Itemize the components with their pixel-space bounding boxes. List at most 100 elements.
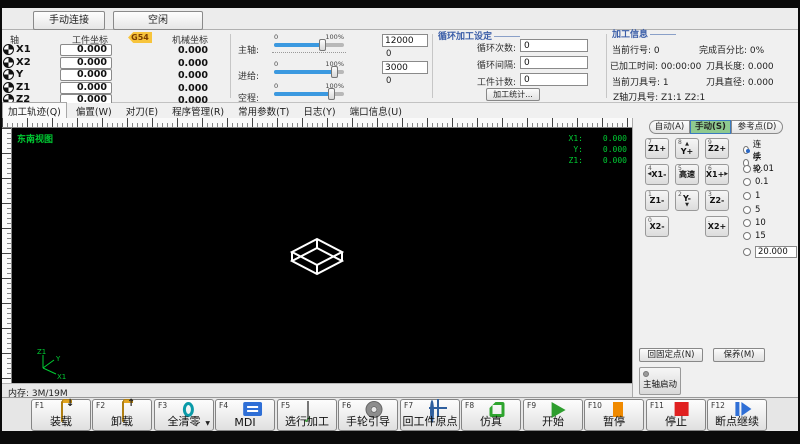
fkey-select-line-button[interactable]: F5 选行加工 bbox=[277, 399, 337, 431]
custom-step-input[interactable] bbox=[755, 246, 797, 258]
slider-thumb[interactable] bbox=[330, 66, 338, 78]
radio-icon[interactable] bbox=[743, 178, 751, 186]
fkey-simulate-button[interactable]: F8 仿真 bbox=[461, 399, 521, 431]
readout-label: Z1: bbox=[568, 156, 583, 165]
feed-override-slider[interactable] bbox=[274, 66, 344, 78]
view-orientation-label: 东南视图 bbox=[17, 135, 54, 145]
scale-max: 100% bbox=[325, 33, 344, 41]
jog-z2-minus-button[interactable]: 3 Z2- bbox=[705, 190, 729, 211]
fkey-return-origin-button[interactable]: F7 回工件原点 bbox=[400, 399, 460, 431]
workpiece-count-input[interactable] bbox=[520, 73, 588, 86]
scale-min: 0 bbox=[274, 60, 279, 68]
step-option-15[interactable]: 15 bbox=[743, 231, 766, 241]
menu-tool-setting[interactable]: 对刀(E) bbox=[119, 103, 165, 119]
radio-icon[interactable] bbox=[743, 219, 751, 227]
jog-z1-plus-button[interactable]: 7 Z1+ bbox=[645, 138, 669, 159]
maintenance-button[interactable]: 保养(M) bbox=[713, 348, 765, 362]
vertical-ruler bbox=[2, 128, 12, 383]
return-fixed-point-button[interactable]: 回固定点(N) bbox=[639, 348, 703, 362]
slider-thumb[interactable] bbox=[318, 39, 326, 51]
svg-text:Z1: Z1 bbox=[37, 348, 46, 356]
jog-y-plus-button[interactable]: 8 ▲ Y+ bbox=[675, 138, 699, 159]
jog-highspeed-button[interactable]: 5 高速 bbox=[675, 164, 699, 185]
machining-time-info: 已加工时间: 00:00:00 bbox=[610, 62, 702, 72]
spindle-override-slider[interactable] bbox=[274, 39, 344, 51]
axis-row-z1: Z1 0.000 0.000 bbox=[2, 81, 230, 94]
divider bbox=[432, 34, 433, 98]
step-option-0-01[interactable]: 0.01 bbox=[743, 164, 774, 174]
fkey-clear-all-zero-button[interactable]: F3 全清零 ▼ bbox=[154, 399, 214, 431]
jog-panel: 自动(A) 手动(S) 参考点(D) 7 Z1+ 8 ▲ Y+ 9 Z2+ 4 ◀ X1- … bbox=[632, 118, 798, 397]
spindle-sub-value: 0 bbox=[386, 49, 392, 59]
toolpath-viewport[interactable]: 东南视图 X1: 0.000 Y: 0.000 Z1: 0.000 Z1 Y X… bbox=[12, 128, 632, 383]
bottom-strip bbox=[0, 431, 800, 444]
machine-coordinate-value: 0.000 bbox=[177, 70, 208, 81]
rapid-override-slider[interactable] bbox=[274, 88, 344, 100]
radio-icon[interactable] bbox=[743, 192, 751, 200]
menu-log[interactable]: 日志(Y) bbox=[296, 103, 342, 119]
menu-offset[interactable]: 偏置(W) bbox=[69, 103, 119, 119]
workpiece-wireframe bbox=[289, 237, 345, 276]
menu-port-info[interactable]: 端口信息(U) bbox=[343, 103, 409, 119]
axis-row-y: Y 0.000 0.000 bbox=[2, 69, 230, 81]
work-coordinate-value[interactable]: 0.000 bbox=[60, 69, 112, 81]
work-coordinate-value[interactable]: 0.000 bbox=[60, 56, 112, 69]
scale-min: 0 bbox=[274, 82, 279, 90]
work-coordinate-value[interactable]: 0.000 bbox=[60, 81, 112, 94]
tab-idle[interactable]: 空闲 bbox=[113, 11, 203, 30]
fkey-start-button[interactable]: F9 开始 bbox=[523, 399, 583, 431]
cycle-count-input[interactable] bbox=[520, 39, 588, 52]
fkey-breakpoint-resume-button[interactable]: F12 断点继续 bbox=[707, 399, 767, 431]
radio-icon[interactable] bbox=[743, 248, 751, 256]
spindle-speed-input[interactable] bbox=[382, 34, 428, 47]
spindle-start-button[interactable]: 主轴启动 bbox=[639, 367, 681, 395]
tab-auto[interactable]: 自动(A) bbox=[649, 120, 690, 134]
machining-stats-button[interactable]: 加工统计... bbox=[486, 88, 540, 101]
feed-rate-input[interactable] bbox=[382, 61, 428, 74]
axis-row-x2: X2 0.000 0.000 bbox=[2, 56, 230, 69]
step-option-0-1[interactable]: 0.1 bbox=[743, 177, 769, 187]
radio-icon[interactable] bbox=[743, 232, 751, 240]
jog-x1-minus-button[interactable]: 4 ◀ X1- bbox=[645, 164, 669, 185]
tab-manual-connect[interactable]: 手动连接 bbox=[33, 11, 105, 30]
work-coordinate-value[interactable]: 0.000 bbox=[60, 44, 112, 56]
tab-manual[interactable]: 手动(S) bbox=[690, 120, 731, 134]
menu-bar: 加工轨迹(Q) 偏置(W) 对刀(E) 程序管理(R) 常用参数(T) 日志(Y… bbox=[2, 102, 798, 119]
radio-icon[interactable] bbox=[743, 165, 751, 173]
step-option-5[interactable]: 5 bbox=[743, 205, 760, 215]
machine-coordinate-value: 0.000 bbox=[177, 45, 208, 56]
workpiece-count-label: 工件计数: bbox=[476, 78, 516, 88]
tool-length-info: 刀具长度: 0.000 bbox=[706, 62, 774, 72]
percent-complete-info: 完成百分比: 0% bbox=[699, 46, 765, 56]
readout-label: Y: bbox=[573, 145, 583, 154]
dropdown-arrow-icon[interactable]: ▼ bbox=[205, 420, 210, 427]
jog-x2-plus-button[interactable]: . X2+ bbox=[705, 216, 729, 237]
menu-program-manage[interactable]: 程序管理(R) bbox=[165, 103, 231, 119]
jog-z1-minus-button[interactable]: 1 Z1- bbox=[645, 190, 669, 211]
step-option-custom[interactable] bbox=[743, 248, 751, 256]
fkey-pause-button[interactable]: F10 暂停 bbox=[584, 399, 644, 431]
fkey-stop-button[interactable]: F11 停止 bbox=[646, 399, 706, 431]
mdi-icon bbox=[243, 402, 263, 416]
radio-icon[interactable] bbox=[743, 206, 751, 214]
fkey-unload-button[interactable]: F2 ↑ 卸载 bbox=[92, 398, 152, 431]
menu-common-params[interactable]: 常用参数(T) bbox=[231, 103, 296, 119]
jog-z2-plus-button[interactable]: 9 Z2+ bbox=[705, 138, 729, 159]
fkey-mdi-button[interactable]: F4 MDI bbox=[215, 399, 275, 431]
menu-toolpath[interactable]: 加工轨迹(Q) bbox=[2, 102, 67, 119]
fkey-load-button[interactable]: F1 ↓ 装载 bbox=[31, 398, 91, 431]
jog-y-minus-button[interactable]: 2 Y- ▼ bbox=[675, 190, 699, 211]
g54-badge[interactable]: G54 bbox=[128, 32, 152, 43]
slider-thumb[interactable] bbox=[328, 88, 336, 100]
cycle-count-label: 循环次数: bbox=[476, 44, 516, 54]
cycle-interval-input[interactable] bbox=[520, 56, 588, 69]
fkey-handwheel-guide-button[interactable]: F6 手轮引导 bbox=[338, 399, 398, 431]
step-option-1[interactable]: 1 bbox=[743, 191, 760, 201]
step-option-10[interactable]: 10 bbox=[743, 218, 766, 228]
tab-reference[interactable]: 参考点(D) bbox=[731, 120, 783, 134]
jog-x1-plus-button[interactable]: 6 X1+ ▶ bbox=[705, 164, 729, 185]
jog-x2-minus-button[interactable]: 0 X2- bbox=[645, 216, 669, 237]
machine-coordinate-value: 0.000 bbox=[177, 82, 208, 94]
function-key-bar: F1 ↓ 装载 F2 ↑ 卸载 F3 全清零 ▼ F4 MDI F5 选行加工 … bbox=[2, 397, 798, 431]
spindle-override-label: 主轴: bbox=[238, 46, 260, 56]
